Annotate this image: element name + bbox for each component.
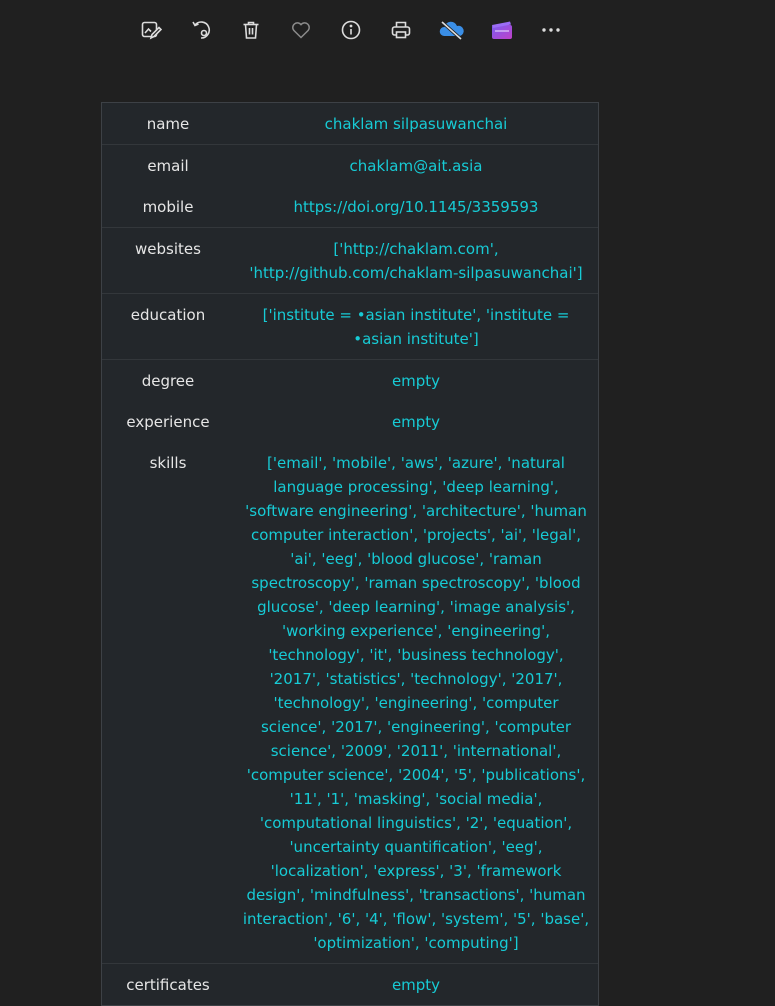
resume-info-card: name chaklam silpasuwanchai email chakla…	[101, 102, 599, 1006]
info-table: name chaklam silpasuwanchai email chakla…	[102, 103, 598, 1005]
table-row: certificates empty	[102, 963, 598, 1005]
clipchamp-icon[interactable]	[488, 16, 516, 44]
field-name: websites	[102, 227, 234, 294]
field-value: empty	[234, 963, 598, 1005]
favorite-icon[interactable]	[287, 16, 315, 44]
field-value: empty	[391, 413, 441, 431]
field-name: skills	[149, 454, 187, 472]
table-row: name chaklam silpasuwanchai	[102, 103, 598, 145]
field-name: certificates	[102, 963, 234, 1005]
info-icon[interactable]	[337, 16, 365, 44]
more-icon[interactable]	[537, 16, 565, 44]
field-value: ['email', 'mobile', 'aws', 'azure', 'nat…	[242, 454, 590, 952]
table-row: mobile https://doi.org/10.1145/3359593	[102, 186, 598, 228]
field-name: email	[102, 144, 234, 186]
field-value: https://doi.org/10.1145/3359593	[293, 198, 539, 216]
print-icon[interactable]	[387, 16, 415, 44]
image-viewer-toolbar	[0, 0, 775, 60]
table-row: degree empty	[102, 359, 598, 401]
field-name: mobile	[142, 198, 194, 216]
field-name: degree	[102, 359, 234, 401]
field-value: chaklam@ait.asia	[234, 144, 598, 186]
delete-icon[interactable]	[237, 16, 265, 44]
table-row: experience empty	[102, 401, 598, 442]
cloud-off-icon[interactable]	[438, 16, 466, 44]
field-value: ['institute = •asian institute', 'instit…	[234, 293, 598, 360]
table-row: education ['institute = •asian institute…	[102, 293, 598, 360]
edit-image-icon[interactable]	[137, 16, 165, 44]
field-value: empty	[234, 359, 598, 401]
field-value: ['http://chaklam.com', 'http://github.co…	[234, 227, 598, 294]
rotate-icon[interactable]	[187, 16, 215, 44]
table-row: skills ['email', 'mobile', 'aws', 'azure…	[102, 442, 598, 964]
table-row: websites ['http://chaklam.com', 'http://…	[102, 227, 598, 294]
field-name: education	[102, 293, 234, 360]
table-row: email chaklam@ait.asia	[102, 144, 598, 186]
field-name: experience	[126, 413, 210, 431]
field-name: name	[146, 115, 190, 133]
field-value: chaklam silpasuwanchai	[324, 115, 508, 133]
